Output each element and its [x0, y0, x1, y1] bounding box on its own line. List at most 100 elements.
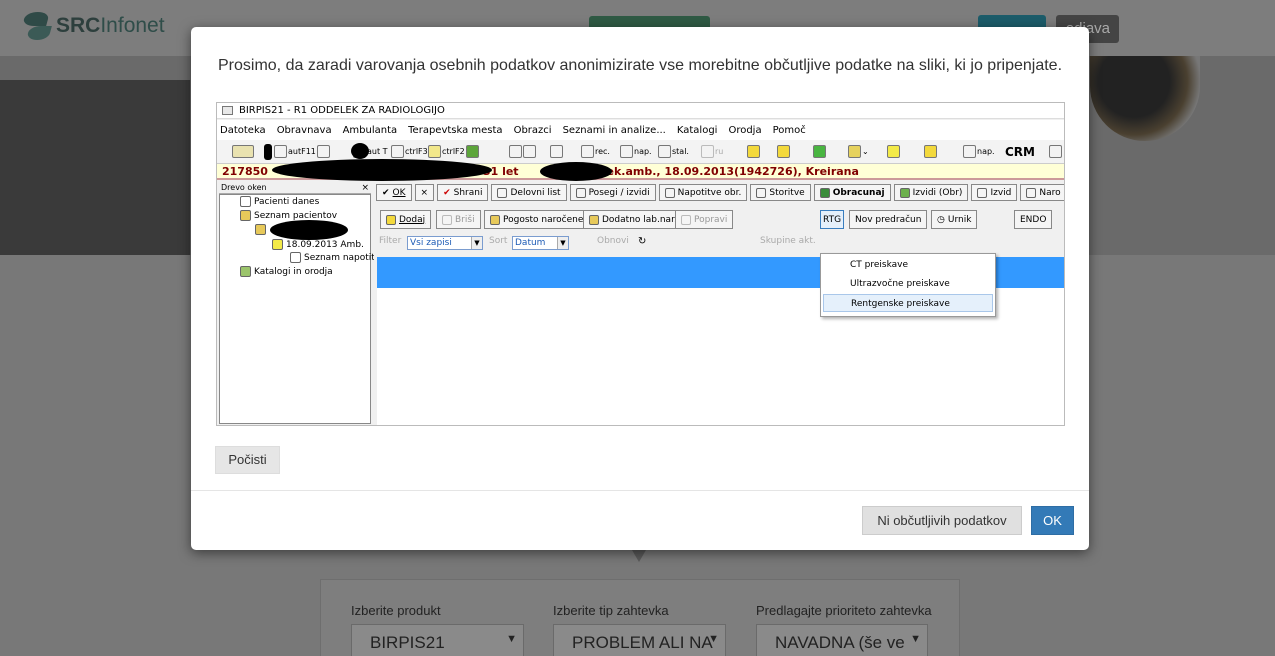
izvidi-obr-button[interactable]: Izvidi (Obr): [893, 184, 969, 201]
refresh-icon[interactable]: ↻: [638, 236, 646, 251]
down-arrow-icon: [632, 550, 646, 562]
priority-select[interactable]: NAVADNA (še ve ▼: [756, 624, 928, 656]
app-title: BIRPIS21 - R1 ODDELEK ZA RADIOLOGIJO: [239, 105, 445, 116]
menu-ambulanta[interactable]: Ambulanta: [343, 125, 398, 136]
obnovi-label: Obnovi: [597, 236, 629, 246]
user-icon: [255, 224, 266, 235]
storitve-button[interactable]: Storitve: [750, 184, 811, 201]
close-icon[interactable]: ×: [361, 182, 369, 194]
toolbar-doc-button[interactable]: [509, 144, 536, 159]
menu-katalogi[interactable]: Katalogi: [677, 125, 718, 136]
note-icon: [924, 145, 937, 158]
priority-label: Predlagajte prioriteto zahtevka: [756, 603, 932, 618]
ok-button[interactable]: OK: [1031, 506, 1074, 535]
toolbar-stal-button[interactable]: stal.: [658, 144, 689, 159]
napotitve-button[interactable]: Napotitve obr.: [658, 184, 748, 201]
save-button[interactable]: ✔ Shrani: [437, 184, 489, 201]
calendar-icon: [523, 145, 536, 158]
no-sensitive-data-button[interactable]: Ni občutljivih podatkov: [862, 506, 1022, 535]
menu-item-ct[interactable]: CT preiskave: [823, 256, 993, 274]
toolbar-note-button[interactable]: [924, 144, 937, 159]
toolbar-f3-button[interactable]: ctrlF3: [391, 144, 428, 159]
permanent-icon: [658, 145, 671, 158]
obracunaj-button[interactable]: Obracunaj: [813, 184, 891, 201]
toolbar-ru-button[interactable]: ru: [701, 144, 723, 159]
tree-seznam-pacientov[interactable]: Seznam pacientov: [240, 210, 337, 221]
filter-select[interactable]: Vsi zapisi ▼: [407, 236, 483, 250]
services-icon: [756, 187, 767, 198]
urnik-button[interactable]: ◷ Urnik: [931, 210, 978, 229]
toolbar-tag-button[interactable]: [887, 144, 900, 159]
menu-obrazci[interactable]: Obrazci: [514, 125, 552, 136]
toolbar-nap-button[interactable]: nap.: [620, 144, 652, 159]
popravi-button[interactable]: Popravi: [675, 210, 734, 229]
sort-select[interactable]: Datum ▼: [512, 236, 569, 250]
ok-button[interactable]: ✔ OK: [376, 184, 412, 201]
toolbar-f11-button[interactable]: autF11: [274, 144, 330, 159]
tree-amb-visit[interactable]: 18.09.2013 Amb.: [272, 239, 364, 250]
tree-seznam-napotitev[interactable]: Seznam napotitev: [290, 252, 386, 263]
toolbar-yellow-1[interactable]: [747, 144, 760, 159]
tree-pacienti-danes[interactable]: Pacienti danes: [240, 196, 319, 207]
document-icon: [509, 145, 522, 158]
toolbar-pills-button[interactable]: [550, 144, 563, 159]
order-icon: [1026, 187, 1037, 198]
frequent-icon: [490, 214, 500, 225]
logo-strong: SRC: [56, 14, 101, 37]
tree-patient[interactable]: [255, 224, 266, 235]
home-icon: [963, 145, 976, 158]
check-icon: [848, 145, 861, 158]
rtg-button[interactable]: RTG: [820, 210, 845, 229]
menu-item-rentgen[interactable]: Rentgenske preiskave: [823, 294, 993, 312]
brisi-button[interactable]: Briši: [436, 210, 481, 229]
toolbar-green-1[interactable]: [813, 144, 826, 159]
billing-icon: [819, 187, 830, 198]
toolbar-chart-button[interactable]: [232, 144, 254, 159]
menu-datoteka[interactable]: Datoteka: [220, 125, 266, 136]
dodaj-button[interactable]: Dodaj: [380, 210, 432, 229]
book-icon: [813, 145, 826, 158]
list-icon: [274, 145, 287, 158]
toolbar-check-button[interactable]: ⌄: [848, 144, 869, 159]
toolbar-rec-button[interactable]: rec.: [581, 144, 610, 159]
patients-icon: [240, 196, 251, 207]
site-logo[interactable]: SRCInfonet: [22, 8, 165, 44]
toolbar-yellow-2[interactable]: [777, 144, 790, 159]
menu-item-ultrazvok[interactable]: Ultrazvočne preiskave: [823, 275, 993, 293]
chevron-down-icon: ▼: [910, 633, 921, 645]
pogosto-button[interactable]: Pogosto naročene: [484, 210, 590, 229]
tree-katalogi[interactable]: Katalogi in orodja: [240, 266, 333, 277]
menu-terapevtska[interactable]: Terapevtska mesta: [408, 125, 502, 136]
toolbar-f2-button[interactable]: ctrlF2: [428, 144, 479, 159]
menu-orodja[interactable]: Orodja: [728, 125, 761, 136]
window-tree: Pacienti danes Seznam pacientov 18.09.20…: [219, 194, 386, 424]
toolbar-crm-button[interactable]: CRM: [1005, 145, 1035, 159]
endo-button[interactable]: ENDO: [1014, 210, 1053, 229]
posegi-button[interactable]: Posegi / izvidi: [569, 184, 656, 201]
toolbar-qr-button[interactable]: [1049, 144, 1062, 159]
toolbar-nap2-button[interactable]: nap.: [963, 144, 995, 159]
modal-message: Prosimo, da zaradi varovanja osebnih pod…: [218, 57, 1063, 74]
app-titlebar: BIRPIS21 - R1 ODDELEK ZA RADIOLOGIJO: [217, 103, 1064, 119]
cancel-button[interactable]: ×: [414, 184, 435, 201]
type-select[interactable]: PROBLEM ALI NA ▼: [553, 624, 726, 656]
product-select[interactable]: BIRPIS21 ▼: [351, 624, 524, 656]
tree-header: Drevo oken ×: [219, 182, 371, 194]
modal-divider: [191, 490, 1089, 491]
note-icon: [272, 239, 283, 250]
naro-button[interactable]: Naro: [1020, 184, 1064, 201]
delovni-list-button[interactable]: Delovni list: [491, 184, 567, 201]
nov-predracun-button[interactable]: Nov predračun: [849, 210, 928, 229]
pencil-icon: [428, 145, 441, 158]
copy-icon: [316, 145, 330, 158]
izvid-button[interactable]: Izvid: [971, 184, 1018, 201]
note-icon: [777, 145, 790, 158]
menu-pomoc[interactable]: Pomoč: [773, 125, 806, 136]
menu-seznami[interactable]: Seznami in analize...: [563, 125, 666, 136]
clear-button[interactable]: Počisti: [215, 446, 280, 474]
visit-toolbar: ✔ OK × ✔ Shrani Delovni list Posegi / izvi…: [376, 184, 1064, 203]
menu-obravnava[interactable]: Obravnava: [277, 125, 332, 136]
check-icon: ✔: [443, 187, 451, 198]
dodatno-button[interactable]: Dodatno lab.nar.: [583, 210, 683, 229]
attached-screenshot-canvas[interactable]: BIRPIS21 - R1 ODDELEK ZA RADIOLOGIJO Dat…: [216, 102, 1065, 426]
